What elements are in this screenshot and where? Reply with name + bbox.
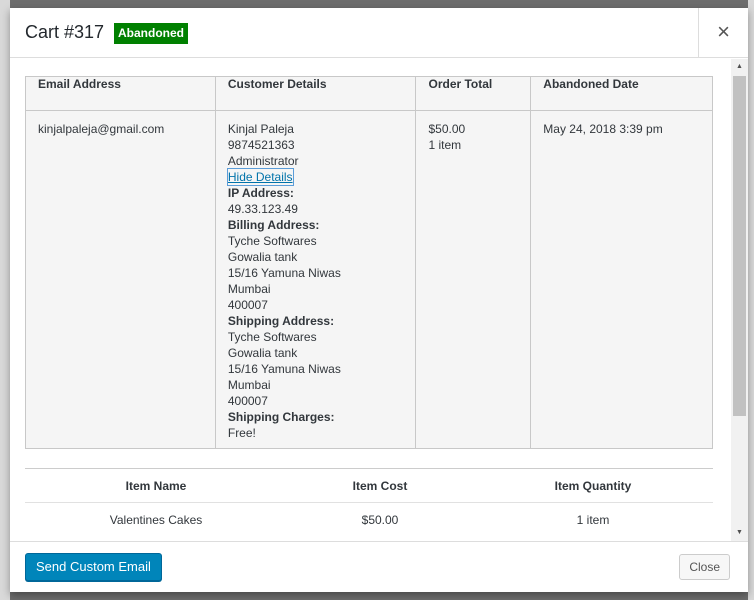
ip-address-value: 49.33.123.49	[227, 202, 298, 216]
header-item-cost: Item Cost	[287, 468, 473, 503]
close-button[interactable]: Close	[679, 554, 730, 580]
details-row: kinjalpaleja@gmail.com Kinjal Paleja 987…	[25, 110, 713, 449]
abandoned-date-cell: May 24, 2018 3:39 pm	[530, 110, 713, 449]
item-name: Valentines Cakes	[109, 512, 203, 527]
customer-details-cell: Kinjal Paleja 9874521363 Administrator H…	[214, 110, 417, 449]
table-row: Valentines Cakes $50.00 1 item	[25, 503, 713, 537]
close-icon[interactable]: ×	[698, 8, 748, 58]
shipping-line: Gowalia tank	[227, 346, 298, 360]
modal-footer: Send Custom Email Close	[10, 541, 748, 592]
background-page-edge-right	[748, 0, 754, 600]
cart-details-modal: Cart #317 Abandoned × Email Address Cust…	[10, 8, 748, 592]
billing-line: 400007	[227, 298, 268, 312]
modal-scrollbar[interactable]: ▲ ▼	[731, 59, 748, 541]
shipping-line: Mumbai	[227, 378, 271, 392]
email-cell: kinjalpaleja@gmail.com	[25, 110, 216, 449]
scrollbar-thumb[interactable]	[733, 76, 746, 416]
background-page-edge-left	[0, 0, 10, 600]
item-quantity: 1 item	[576, 512, 610, 527]
billing-address-label: Billing Address:	[227, 218, 320, 232]
shipping-charges-value: Free!	[227, 426, 256, 440]
shipping-charges-label: Shipping Charges:	[227, 410, 335, 424]
billing-line: Mumbai	[227, 282, 271, 296]
hide-details-link[interactable]: Hide Details	[226, 168, 294, 186]
header-customer-details: Customer Details	[214, 76, 417, 111]
details-header-row: Email Address Customer Details Order Tot…	[25, 76, 713, 111]
billing-line: Tyche Softwares	[227, 234, 317, 248]
customer-email: kinjalpaleja@gmail.com	[38, 122, 165, 136]
billing-line: 15/16 Yamuna Niwas	[227, 266, 341, 280]
header-item-name: Item Name	[25, 468, 287, 503]
shipping-line: 400007	[227, 394, 268, 408]
modal-title: Cart #317	[25, 22, 105, 42]
shipping-line: 15/16 Yamuna Niwas	[227, 362, 341, 376]
cart-details-table: Email Address Customer Details Order Tot…	[25, 76, 713, 449]
ip-address-label: IP Address:	[227, 186, 294, 200]
order-total-cell: $50.00 1 item	[415, 110, 532, 449]
item-cost: $50.00	[361, 512, 399, 527]
customer-phone: 9874521363	[227, 138, 295, 152]
scroll-up-arrow-icon[interactable]: ▲	[731, 59, 748, 75]
items-header-row: Item Name Item Cost Item Quantity	[25, 468, 713, 503]
customer-role: Administrator	[227, 154, 299, 168]
modal-body: Email Address Customer Details Order Tot…	[10, 59, 748, 541]
order-total-amount: $50.00	[428, 122, 466, 136]
customer-name: Kinjal Paleja	[227, 122, 294, 136]
header-item-quantity: Item Quantity	[473, 468, 713, 503]
shipping-line: Tyche Softwares	[227, 330, 317, 344]
header-abandoned-date: Abandoned Date	[530, 76, 713, 111]
cart-items-table: Item Name Item Cost Item Quantity Valent…	[25, 468, 713, 537]
scroll-down-arrow-icon[interactable]: ▼	[731, 525, 748, 541]
status-badge: Abandoned	[114, 23, 188, 44]
billing-line: Gowalia tank	[227, 250, 298, 264]
abandoned-date: May 24, 2018 3:39 pm	[543, 122, 663, 136]
header-email-address: Email Address	[25, 76, 216, 111]
modal-header: Cart #317 Abandoned ×	[10, 8, 748, 58]
header-order-total: Order Total	[415, 76, 532, 111]
send-custom-email-button[interactable]: Send Custom Email	[25, 553, 162, 581]
shipping-address-label: Shipping Address:	[227, 314, 335, 328]
order-item-count: 1 item	[428, 138, 462, 152]
